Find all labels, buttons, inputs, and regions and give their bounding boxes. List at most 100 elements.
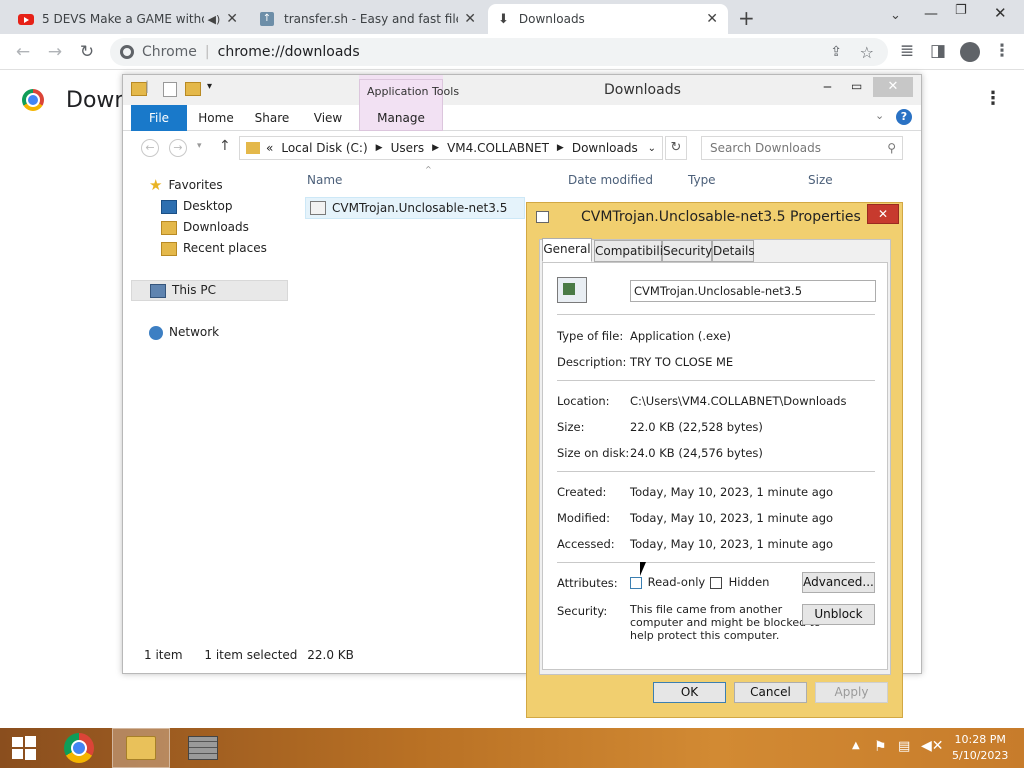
close-tab-icon[interactable]: ✕ — [464, 11, 476, 27]
explorer-close-button[interactable]: ✕ — [873, 77, 913, 97]
breadcrumb-item[interactable]: VM4.COLLABNET — [447, 141, 549, 155]
properties-icon[interactable] — [163, 82, 177, 97]
ribbon-tab-view[interactable]: View — [305, 105, 351, 131]
breadcrumb-item[interactable]: Users — [391, 141, 425, 155]
divider — [557, 471, 875, 472]
security-text: This file came from another computer and… — [630, 603, 821, 642]
tab-transfer-sh[interactable]: ↑ transfer.sh - Easy and fast file sha ✕ — [250, 4, 486, 34]
explorer-titlebar: | ▾ Downloads ‒ ▭ ✕ — [123, 75, 921, 105]
taskbar-app[interactable] — [174, 728, 232, 768]
column-size[interactable]: Size — [808, 173, 833, 187]
firewall-taskbar-icon — [188, 736, 218, 760]
new-tab-button[interactable]: + — [738, 6, 755, 30]
hidden-checkbox[interactable]: Hidden — [710, 575, 769, 589]
reading-list-icon[interactable]: ≣ — [896, 41, 918, 63]
ribbon-tab-share[interactable]: Share — [249, 105, 295, 131]
chrome-menu-icon[interactable]: ⋮ — [991, 41, 1013, 63]
search-box[interactable]: Search Downloads ⚲ — [701, 136, 903, 160]
taskbar-chrome[interactable] — [50, 728, 108, 768]
explorer-maximize-icon[interactable]: ▭ — [851, 79, 862, 93]
new-folder-icon[interactable] — [185, 82, 201, 96]
page-menu-icon[interactable]: ⋮ — [984, 88, 1002, 109]
reload-icon[interactable]: ↻ — [76, 42, 98, 64]
omnibox[interactable]: Chrome | chrome://downloads ⇪ ☆ — [110, 38, 888, 66]
side-panel-icon[interactable]: ◨ — [927, 41, 949, 63]
breadcrumb-sep[interactable]: ▶ — [432, 143, 439, 153]
youtube-icon — [18, 13, 34, 25]
checkbox-box[interactable] — [630, 576, 642, 589]
clock[interactable]: 10:28 PM 5/10/2023 — [952, 732, 1008, 764]
file-row[interactable]: CVMTrojan.Unclosable-net3.5 — [305, 197, 525, 219]
explorer-title: Downloads — [604, 82, 681, 98]
ribbon-tab-manage[interactable]: Manage — [367, 105, 435, 131]
bookmark-star-icon[interactable]: ☆ — [860, 43, 874, 62]
breadcrumb-overflow[interactable]: « — [266, 141, 273, 155]
breadcrumb-item[interactable]: Local Disk (C:) — [281, 141, 367, 155]
ribbon-tab-home[interactable]: Home — [193, 105, 239, 131]
tab-security[interactable]: Security — [662, 240, 712, 262]
breadcrumb-sep[interactable]: ▶ — [557, 143, 564, 153]
apply-button[interactable]: Apply — [815, 682, 888, 703]
close-tab-icon[interactable]: ✕ — [226, 11, 238, 27]
tab-search-icon[interactable]: ⌄ — [890, 8, 901, 23]
sort-arrow-icon: ^ — [425, 165, 432, 174]
dialog-close-button[interactable]: ✕ — [867, 204, 899, 224]
address-bar[interactable]: « Local Disk (C:) ▶ Users ▶ VM4.COLLABNE… — [239, 136, 663, 160]
nav-downloads[interactable]: Downloads — [161, 217, 249, 238]
minimize-icon[interactable]: — — [924, 6, 938, 22]
tab-compatibility[interactable]: Compatibility — [594, 240, 675, 262]
nav-this-pc[interactable]: This PC — [131, 280, 288, 301]
restore-icon[interactable]: ❐ — [955, 3, 967, 18]
tab-downloads[interactable]: ⬇ Downloads ✕ — [488, 4, 728, 34]
volume-muted-icon[interactable]: ◀✕ — [921, 738, 944, 754]
speaker-icon[interactable]: ◀) — [208, 13, 221, 26]
omnibox-divider: | — [204, 44, 210, 60]
network-tray-icon[interactable]: ▤ — [898, 739, 910, 754]
readonly-checkbox[interactable]: Read-only — [630, 575, 705, 589]
address-dropdown-icon[interactable]: ⌄ — [648, 143, 656, 154]
cancel-button[interactable]: Cancel — [734, 682, 807, 703]
close-tab-icon[interactable]: ✕ — [706, 11, 718, 27]
checkbox-box[interactable] — [710, 576, 722, 589]
navigation-pane: ★ Favorites Desktop Downloads Recent pla… — [123, 175, 291, 635]
column-name[interactable]: Name — [307, 173, 342, 187]
breadcrumb-item[interactable]: Downloads — [572, 141, 638, 155]
unblock-button[interactable]: Unblock — [802, 604, 875, 625]
action-center-flag-icon[interactable]: ⚑ — [874, 739, 887, 755]
forward-icon[interactable]: → — [44, 42, 66, 64]
advanced-button[interactable]: Advanced... — [802, 572, 875, 593]
nav-network[interactable]: Network — [149, 322, 219, 343]
share-icon[interactable]: ⇪ — [830, 44, 842, 60]
back-icon[interactable]: ← — [12, 42, 34, 64]
tab-general[interactable]: General — [542, 238, 592, 262]
profile-avatar-icon[interactable] — [960, 42, 980, 62]
nav-forward-icon[interactable]: → — [169, 139, 187, 157]
ok-button[interactable]: OK — [653, 682, 726, 703]
breadcrumb-sep[interactable]: ▶ — [376, 143, 383, 153]
qat-dropdown-icon[interactable]: ▾ — [207, 81, 212, 92]
recent-locations-icon[interactable]: ▾ — [197, 141, 202, 151]
tab-details[interactable]: Details — [712, 240, 755, 262]
explorer-minimize-icon[interactable]: ‒ — [823, 79, 832, 95]
nav-recent-places[interactable]: Recent places — [161, 238, 267, 259]
start-button[interactable] — [0, 728, 48, 768]
column-date-modified[interactable]: Date modified — [568, 173, 653, 187]
nav-label: Downloads — [183, 220, 249, 234]
dialog-app-icon — [536, 211, 549, 223]
mouse-cursor-icon — [640, 562, 646, 576]
ribbon-tab-file[interactable]: File — [131, 105, 187, 131]
filename-field[interactable]: CVMTrojan.Unclosable-net3.5 — [630, 280, 876, 302]
help-icon[interactable]: ? — [896, 109, 912, 125]
up-folder-icon[interactable]: ↑ — [219, 138, 231, 154]
ribbon-expand-icon[interactable]: ⌄ — [875, 109, 884, 122]
refresh-icon[interactable]: ↻ — [665, 136, 687, 160]
column-type[interactable]: Type — [688, 173, 716, 187]
nav-label: Desktop — [183, 199, 233, 213]
close-window-icon[interactable]: ✕ — [994, 4, 1007, 22]
nav-favorites[interactable]: ★ Favorites — [149, 175, 223, 196]
taskbar-explorer[interactable] — [112, 728, 170, 768]
nav-back-icon[interactable]: ← — [141, 139, 159, 157]
tab-youtube[interactable]: 5 DEVS Make a GAME without ◀) ✕ — [8, 4, 248, 34]
tray-expand-icon[interactable]: ▲ — [852, 740, 860, 751]
nav-desktop[interactable]: Desktop — [161, 196, 233, 217]
